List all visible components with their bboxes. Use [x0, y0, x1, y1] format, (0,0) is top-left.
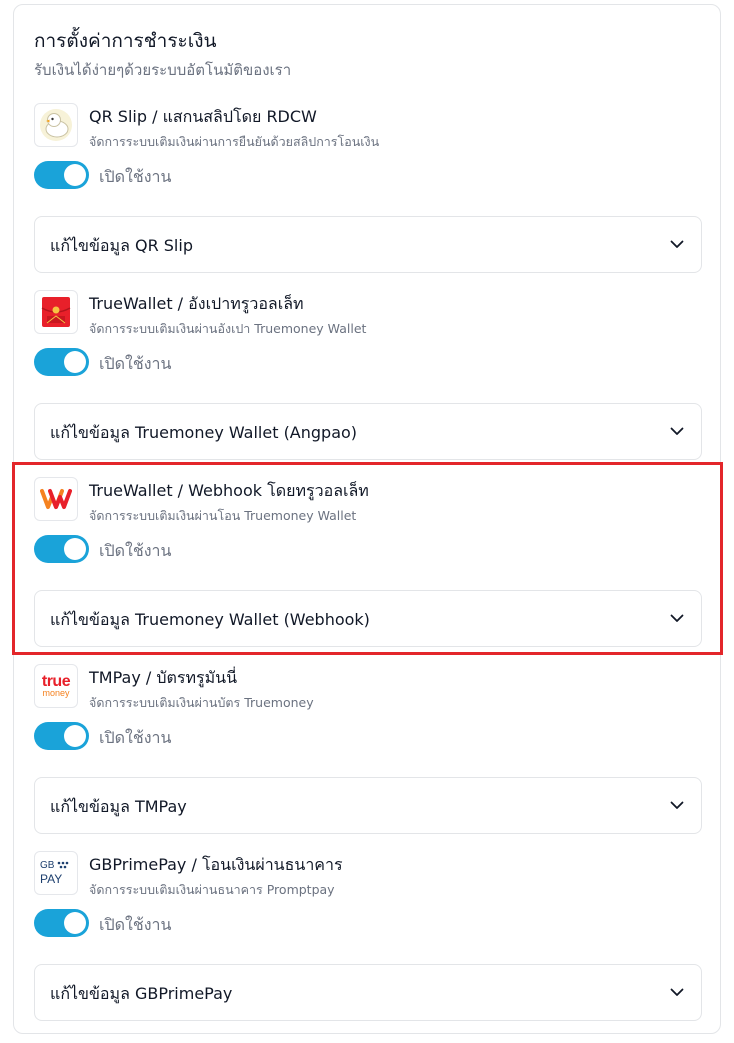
method-description: จัดการระบบเติมเงินผ่านอังเปา Truemoney W…	[89, 321, 367, 336]
chevron-down-icon	[670, 988, 684, 996]
payment-method-truewallet-webhook: TrueWallet / Webhook โดยทรูวอลเล็ท จัดกา…	[34, 477, 702, 647]
page-title: การตั้งค่าการชำระเงิน	[34, 30, 217, 52]
enable-toggle-truewallet-angpao[interactable]	[34, 348, 89, 376]
enable-toggle-qr-slip[interactable]	[34, 161, 89, 189]
edit-gbprimepay-accordion[interactable]: แก้ไขข้อมูล GBPrimePay	[34, 964, 702, 1021]
chevron-down-icon	[670, 240, 684, 248]
true-money-logo-icon: true money	[34, 664, 78, 708]
logo-text-gb: GB	[40, 860, 55, 871]
toggle-knob	[64, 912, 86, 934]
edit-truewallet-angpao-accordion[interactable]: แก้ไขข้อมูล Truemoney Wallet (Angpao)	[34, 403, 702, 460]
toggle-knob	[64, 725, 86, 747]
method-title: QR Slip / แสกนสลิปโดย RDCW	[89, 107, 317, 126]
logo-text-money: money	[42, 688, 70, 698]
gb-pay-logo-icon: GB PAY	[34, 851, 78, 895]
toggle-label: เปิดใช้งาน	[99, 354, 172, 373]
enable-toggle-tmpay[interactable]	[34, 722, 89, 750]
method-description: จัดการระบบเติมเงินผ่านการยืนยันด้วยสลิปก…	[89, 134, 380, 149]
accordion-label: แก้ไขข้อมูล Truemoney Wallet (Angpao)	[50, 423, 358, 442]
toggle-knob	[64, 538, 86, 560]
accordion-label: แก้ไขข้อมูล TMPay	[50, 797, 187, 816]
chevron-down-icon	[670, 614, 684, 622]
logo-text-pay: PAY	[40, 872, 63, 886]
method-title: GBPrimePay / โอนเงินผ่านธนาคาร	[89, 855, 343, 874]
method-title: TMPay / บัตรทรูมันนี่	[89, 668, 238, 687]
red-envelope-icon	[34, 290, 78, 334]
method-description: จัดการระบบเติมเงินผ่านธนาคาร Promptpay	[89, 882, 335, 897]
method-title: TrueWallet / Webhook โดยทรูวอลเล็ท	[89, 481, 369, 500]
toggle-knob	[64, 351, 86, 373]
toggle-label: เปิดใช้งาน	[99, 728, 172, 747]
payment-method-truewallet-angpao: TrueWallet / อังเปาทรูวอลเล็ท จัดการระบบ…	[34, 290, 702, 460]
method-title: TrueWallet / อังเปาทรูวอลเล็ท	[89, 294, 304, 313]
edit-tmpay-accordion[interactable]: แก้ไขข้อมูล TMPay	[34, 777, 702, 834]
payment-method-tmpay: true money TMPay / บัตรทรูมันนี่ จัดการร…	[34, 664, 702, 834]
accordion-label: แก้ไขข้อมูล GBPrimePay	[50, 984, 233, 1003]
enable-toggle-gbprimepay[interactable]	[34, 909, 89, 937]
toggle-label: เปิดใช้งาน	[99, 541, 172, 560]
accordion-label: แก้ไขข้อมูล QR Slip	[50, 236, 193, 255]
page-subtitle: รับเงินได้ง่ายๆด้วยระบบอัตโนมัติของเรา	[34, 61, 292, 79]
payment-method-gbprimepay: GB PAY GBPrimePay / โอนเงินผ่านธนาคาร จั…	[34, 851, 702, 1021]
payment-method-qr-slip: QR Slip / แสกนสลิปโดย RDCW จัดการระบบเติ…	[34, 103, 702, 273]
method-description: จัดการระบบเติมเงินผ่านบัตร Truemoney	[89, 695, 314, 710]
chevron-down-icon	[670, 801, 684, 809]
toggle-knob	[64, 164, 86, 186]
method-description: จัดการระบบเติมเงินผ่านโอน Truemoney Wall…	[89, 508, 357, 523]
edit-qr-slip-accordion[interactable]: แก้ไขข้อมูล QR Slip	[34, 216, 702, 273]
toggle-label: เปิดใช้งาน	[99, 915, 172, 934]
accordion-label: แก้ไขข้อมูล Truemoney Wallet (Webhook)	[50, 610, 370, 629]
enable-toggle-truewallet-webhook[interactable]	[34, 535, 89, 563]
toggle-label: เปิดใช้งาน	[99, 167, 172, 186]
truemoney-wallet-logo-icon	[34, 477, 78, 521]
chevron-down-icon	[670, 427, 684, 435]
edit-truewallet-webhook-accordion[interactable]: แก้ไขข้อมูล Truemoney Wallet (Webhook)	[34, 590, 702, 647]
duck-logo-icon	[34, 103, 78, 147]
